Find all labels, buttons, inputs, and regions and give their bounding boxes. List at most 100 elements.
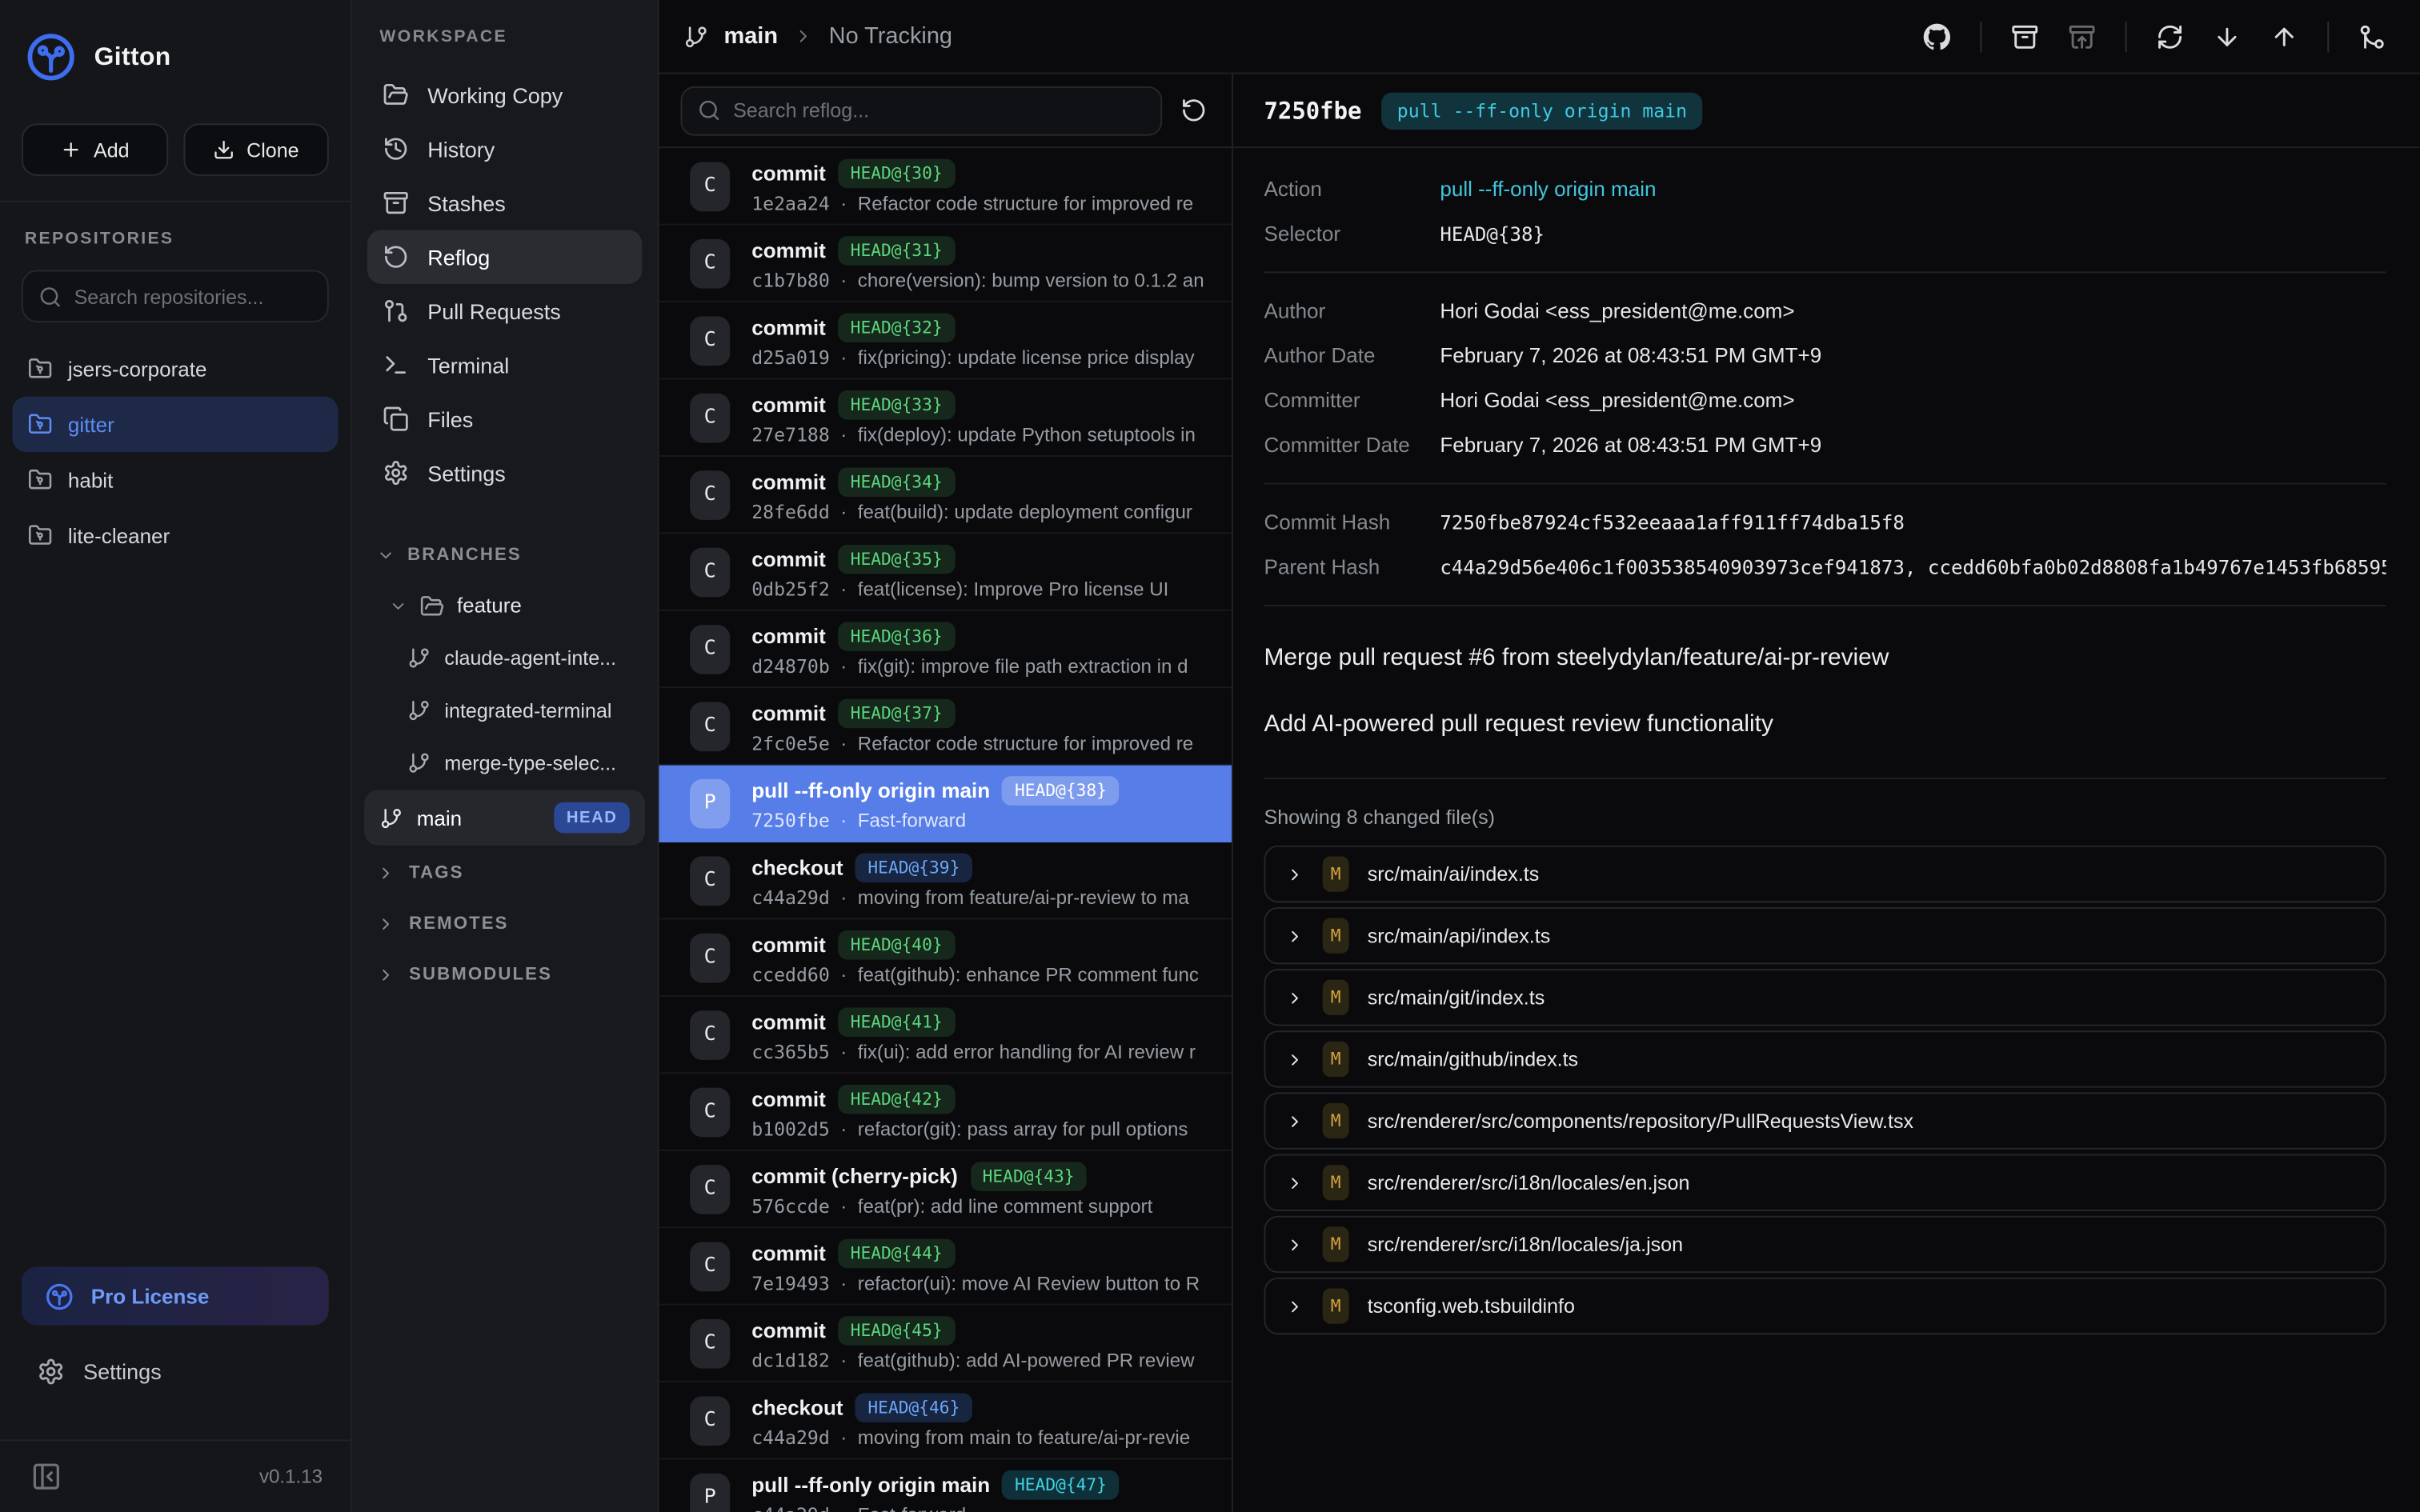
repository-icon: [28, 467, 53, 492]
reflog-entry[interactable]: Ppull --ff-only origin mainHEAD@{47}c44a…: [659, 1459, 1232, 1512]
modified-status-badge: M: [1323, 1165, 1349, 1200]
branch-name: claude-agent-inte...: [444, 646, 616, 669]
section-remotes[interactable]: REMOTES: [367, 898, 642, 949]
pro-license-button[interactable]: Pro License: [22, 1266, 329, 1325]
reflog-entry-type-icon: C: [690, 1395, 730, 1445]
toolbar-push-button[interactable]: [2270, 22, 2298, 50]
reflog-entry-content: commitHEAD@{45}dc1d182·feat(github): add…: [751, 1315, 1232, 1370]
section-tags[interactable]: TAGS: [367, 847, 642, 898]
toolbar-github-button[interactable]: [1923, 22, 1951, 50]
reflog-entry[interactable]: CcommitHEAD@{40}ccedd60·feat(github): en…: [659, 919, 1232, 996]
workspace-item-files[interactable]: Files: [367, 392, 642, 446]
toolbar-divider: [2327, 21, 2329, 52]
changed-file-row[interactable]: Msrc/main/api/index.ts: [1264, 907, 2386, 964]
modified-status-badge: M: [1323, 918, 1349, 954]
reflog-action: commit: [751, 547, 826, 570]
row-label: Selector: [1264, 222, 1440, 246]
reflog-entry[interactable]: CcommitHEAD@{37}2fc0e5e·Refactor code st…: [659, 688, 1232, 765]
reflog-entry[interactable]: CcommitHEAD@{31}c1b7b80·chore(version): …: [659, 226, 1232, 302]
workspace-item-reflog[interactable]: Reflog: [367, 230, 642, 284]
branch-folder-feature[interactable]: feature: [352, 580, 658, 631]
reflog-entry[interactable]: CcommitHEAD@{32}d25a019·fix(pricing): up…: [659, 302, 1232, 379]
toolbar-sync-button[interactable]: [2156, 22, 2184, 50]
changed-file-row[interactable]: Msrc/renderer/src/components/repository/…: [1264, 1092, 2386, 1149]
changed-file-row[interactable]: Msrc/renderer/src/i18n/locales/en.json: [1264, 1154, 2386, 1211]
reflog-entry-content: commitHEAD@{42}b1002d5·refactor(git): pa…: [751, 1084, 1232, 1139]
branches-section-toggle[interactable]: BRANCHES: [367, 530, 642, 580]
toolbar-pull-button[interactable]: [2214, 22, 2242, 50]
reflog-entry[interactable]: Ppull --ff-only origin mainHEAD@{38}7250…: [659, 766, 1232, 842]
repository-search-input[interactable]: [74, 285, 312, 308]
repo-item-lite-cleaner[interactable]: lite-cleaner: [12, 508, 338, 563]
file-path: src/main/github/index.ts: [1368, 1048, 1578, 1071]
repo-item-jsers-corporate[interactable]: jsers-corporate: [12, 341, 338, 396]
reflog-entry-type-icon: C: [690, 1010, 730, 1059]
workspace-item-history[interactable]: History: [367, 122, 642, 176]
reflog-entry[interactable]: CcheckoutHEAD@{46}c44a29d·moving from ma…: [659, 1382, 1232, 1459]
repo-item-gitter[interactable]: gitter: [12, 397, 338, 452]
reflog-entry-content: checkoutHEAD@{39}c44a29d·moving from fea…: [751, 853, 1232, 908]
reflog-entry-type-icon: C: [690, 1318, 730, 1368]
workspace-item-settings[interactable]: Settings: [367, 446, 642, 500]
reflog-action: commit: [751, 1010, 826, 1033]
detail-row-commit-hash: Commit Hash 7250fbe87924cf532eeaaa1aff91…: [1264, 500, 2386, 545]
reflog-entry[interactable]: CcommitHEAD@{34}28fe6dd·feat(build): upd…: [659, 457, 1232, 534]
changed-file-row[interactable]: Msrc/main/ai/index.ts: [1264, 846, 2386, 902]
changed-file-row[interactable]: Msrc/main/git/index.ts: [1264, 969, 2386, 1026]
reflog-entry[interactable]: CcommitHEAD@{45}dc1d182·feat(github): ad…: [659, 1306, 1232, 1382]
collapse-sidebar-icon[interactable]: [31, 1461, 62, 1492]
workspace-item-stashes[interactable]: Stashes: [367, 176, 642, 230]
reflog-entry[interactable]: CcommitHEAD@{35}0db25f2·feat(license): I…: [659, 534, 1232, 610]
branch-item-merge-type-selec[interactable]: merge-type-selec...: [352, 736, 658, 789]
toolbar-stash-button[interactable]: [2011, 22, 2039, 50]
repo-name: lite-cleaner: [68, 524, 170, 547]
changed-file-row[interactable]: Mtsconfig.web.tsbuildinfo: [1264, 1278, 2386, 1334]
branch-item-main[interactable]: main HEAD: [364, 790, 645, 845]
reflog-entry[interactable]: CcommitHEAD@{41}cc365b5·fix(ui): add err…: [659, 997, 1232, 1074]
commit-detail-pane: 7250fbe pull --ff-only origin main Actio…: [1232, 74, 2420, 1512]
section-submodules[interactable]: SUBMODULES: [367, 949, 642, 1000]
file-path: src/main/api/index.ts: [1368, 924, 1551, 947]
parent-hash-value: c44a29d56e406c1f003538540903973cef941873…: [1440, 555, 2386, 578]
reflog-message: Fast-forward: [858, 1503, 966, 1512]
head-selector-badge: HEAD@{42}: [838, 1084, 955, 1114]
repo-item-habit[interactable]: habit: [12, 452, 338, 507]
reflog-entry[interactable]: Ccommit (cherry-pick)HEAD@{43}576ccde·fe…: [659, 1151, 1232, 1228]
reflog-entry[interactable]: CcommitHEAD@{36}d24870b·fix(git): improv…: [659, 611, 1232, 688]
reflog-search-input[interactable]: [733, 98, 1145, 122]
reflog-entry[interactable]: CcheckoutHEAD@{39}c44a29d·moving from fe…: [659, 842, 1232, 919]
workspace-item-working-copy[interactable]: Working Copy: [367, 68, 642, 122]
action-value[interactable]: pull --ff-only origin main: [1440, 178, 1656, 201]
current-branch[interactable]: main: [724, 23, 779, 50]
git-branch-icon: [407, 750, 431, 774]
refresh-reflog-button[interactable]: [1180, 98, 1207, 124]
workspace-item-terminal[interactable]: Terminal: [367, 338, 642, 392]
branch-item-claude-agent-inte[interactable]: claude-agent-inte...: [352, 631, 658, 684]
reflog-message: refactor(git): pass array for pull optio…: [858, 1118, 1188, 1139]
clone-repository-button[interactable]: Clone: [183, 123, 329, 176]
branch-item-integrated-terminal[interactable]: integrated-terminal: [352, 683, 658, 736]
add-repository-button[interactable]: Add: [22, 123, 167, 176]
file-path: src/main/git/index.ts: [1368, 986, 1545, 1009]
settings-icon: [383, 460, 409, 486]
sidebar-footer: v0.1.13: [0, 1441, 351, 1512]
reflog-entry-content: commitHEAD@{35}0db25f2·feat(license): Im…: [751, 544, 1232, 599]
plus-icon: [60, 139, 82, 161]
repo-name: habit: [68, 468, 113, 491]
reflog-hash: ccedd60: [751, 963, 830, 985]
reflog-entry[interactable]: CcommitHEAD@{30}1e2aa24·Refactor code st…: [659, 148, 1232, 225]
reflog-entry[interactable]: CcommitHEAD@{44}7e19493·refactor(ui): mo…: [659, 1228, 1232, 1305]
sidebar-settings-button[interactable]: Settings: [12, 1344, 338, 1399]
reflog-entry-type-icon: C: [690, 1242, 730, 1291]
toolbar-merge-button[interactable]: [2358, 22, 2386, 50]
changed-file-row[interactable]: Msrc/main/github/index.ts: [1264, 1030, 2386, 1087]
workspace-item-pull-requests[interactable]: Pull Requests: [367, 284, 642, 338]
reflog-entry-content: checkoutHEAD@{46}c44a29d·moving from mai…: [751, 1393, 1232, 1448]
reflog-entry[interactable]: CcommitHEAD@{42}b1002d5·refactor(git): p…: [659, 1074, 1232, 1150]
changed-file-row[interactable]: Msrc/renderer/src/i18n/locales/ja.json: [1264, 1216, 2386, 1273]
chevron-down-icon: [389, 596, 407, 614]
reflog-hash: d24870b: [751, 655, 830, 677]
reflog-entry[interactable]: CcommitHEAD@{33}27e7188·fix(deploy): upd…: [659, 379, 1232, 456]
reflog-action: commit: [751, 162, 826, 185]
reflog-entry-content: commitHEAD@{40}ccedd60·feat(github): enh…: [751, 930, 1232, 985]
